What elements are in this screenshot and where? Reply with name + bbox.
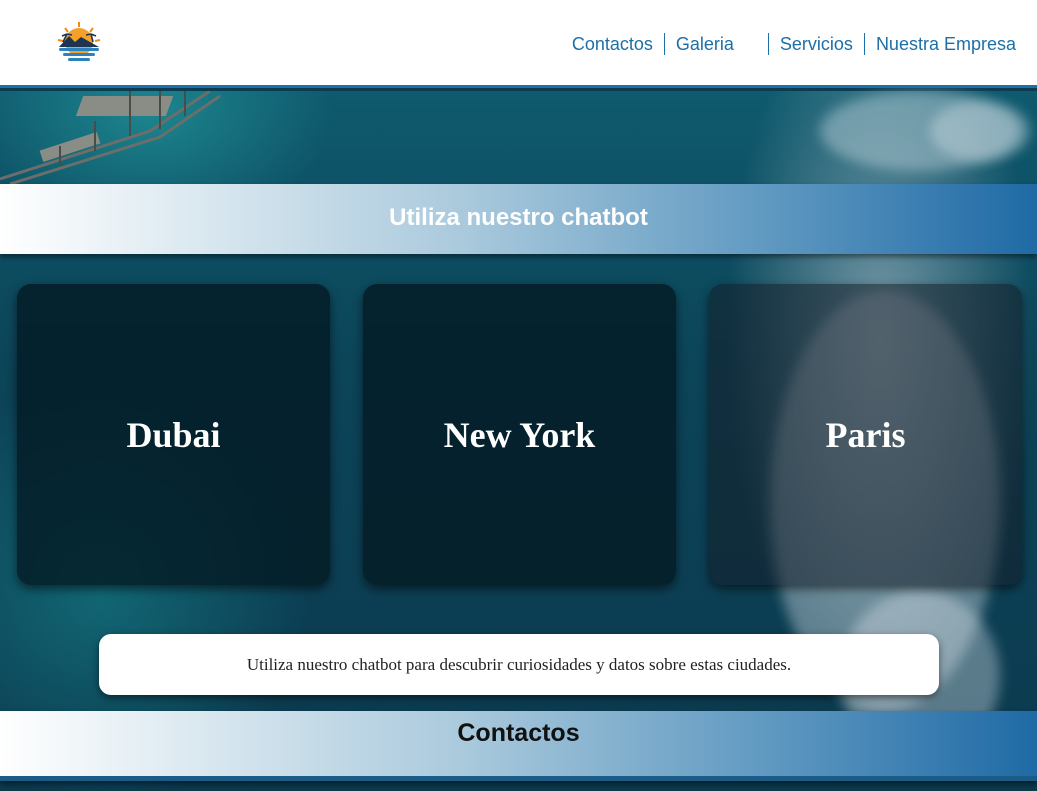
city-card-new-york[interactable]: New York [363,284,676,585]
city-card-title: Dubai [126,414,221,455]
nav-link-nuestra-empresa[interactable]: Nuestra Empresa [863,33,1027,55]
chatbot-info-box: Utiliza nuestro chatbot para descubrir c… [99,634,939,695]
city-card-title: New York [443,414,596,455]
nav-link-contactos[interactable]: Contactos [561,33,664,55]
contact-banner-title: Contactos [457,719,580,747]
beach-sunset-logo-icon[interactable] [55,20,103,66]
main-nav: Contactos Galeria Servicios Nuestra Empr… [561,32,1027,56]
city-card-title: Paris [825,414,906,455]
city-card-paris[interactable]: Paris [709,284,1022,585]
pier-image [0,91,221,184]
nav-link-servicios[interactable]: Servicios [767,33,864,55]
site-header: Contactos Galeria Servicios Nuestra Empr… [0,0,1037,88]
chatbot-banner: Utiliza nuestro chatbot [0,184,1037,254]
contact-banner: Contactos [0,711,1037,781]
chatbot-info-text: Utiliza nuestro chatbot para descubrir c… [246,654,792,674]
nav-link-galeria[interactable]: Galeria [663,33,768,55]
city-card-dubai[interactable]: Dubai [17,284,330,585]
chatbot-banner-title: Utiliza nuestro chatbot [389,204,648,231]
